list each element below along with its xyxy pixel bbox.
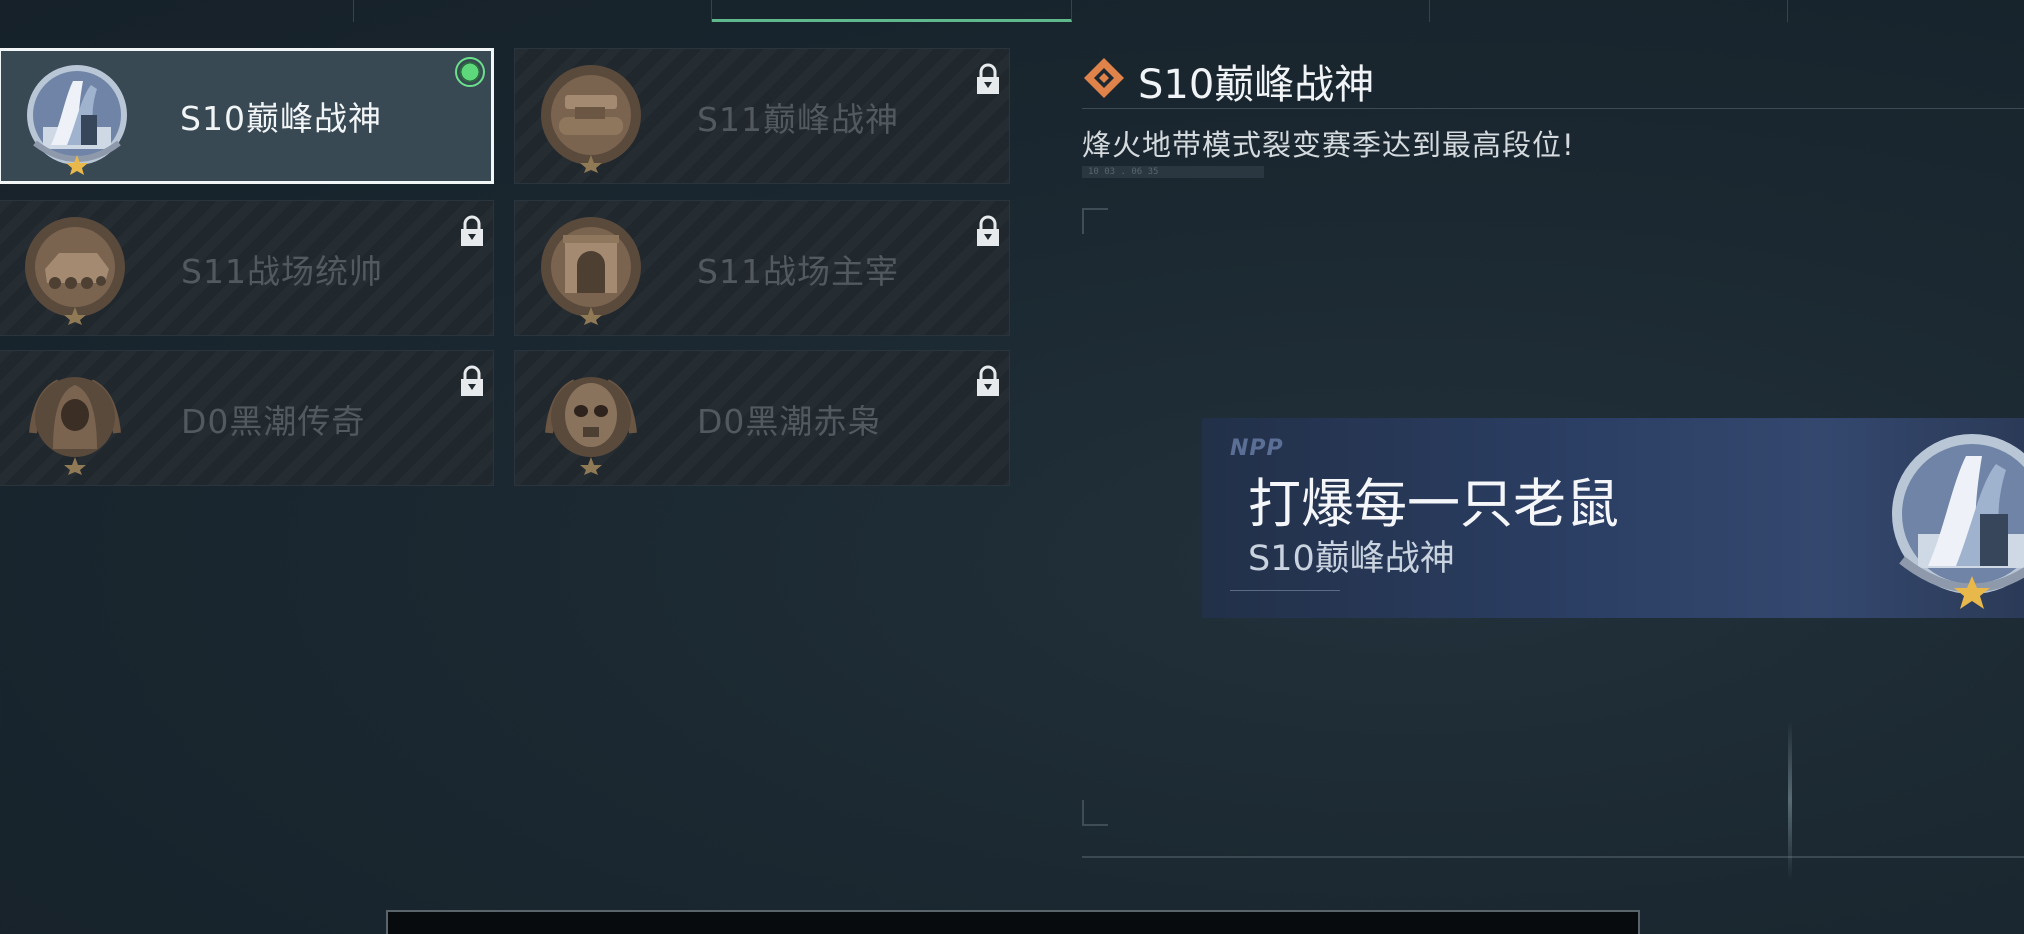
bottom-panel bbox=[386, 910, 1640, 934]
badge-card-s11-dominator[interactable]: S11战场主宰 bbox=[514, 200, 1010, 336]
badge-label: S11战场统帅 bbox=[181, 252, 383, 291]
badge-label: S11巅峰战神 bbox=[697, 100, 899, 139]
arch-medal-icon bbox=[535, 213, 647, 325]
namecard-title: 打爆每一只老鼠 bbox=[1248, 474, 1619, 535]
detail-description: 烽火地带模式裂变赛季达到最高段位! bbox=[1082, 128, 1575, 162]
badge-label: S11战场主宰 bbox=[697, 252, 899, 291]
badge-label: D0黑潮赤枭 bbox=[697, 402, 882, 441]
apc-medal-icon bbox=[19, 213, 131, 325]
tab-5[interactable] bbox=[1430, 0, 1788, 22]
tab-4[interactable] bbox=[1072, 0, 1430, 22]
tank-medal-icon bbox=[535, 61, 647, 173]
divider bbox=[1082, 108, 2024, 109]
badge-card-d0-red-owl[interactable]: D0黑潮赤枭 bbox=[514, 350, 1010, 486]
summit-medal-icon bbox=[21, 63, 133, 175]
divider bbox=[1082, 856, 2024, 858]
badge-label: D0黑潮传奇 bbox=[181, 402, 366, 441]
background-streak bbox=[1788, 720, 1792, 880]
lock-icon bbox=[977, 215, 999, 246]
top-tab-strip bbox=[0, 0, 1790, 24]
tab-2[interactable] bbox=[354, 0, 712, 22]
namecard-subtitle: S10巅峰战神 bbox=[1248, 539, 1455, 579]
namecard-brand: NPP bbox=[1230, 436, 1284, 461]
frame-corner bbox=[1082, 800, 1108, 826]
badge-card-d0-legend[interactable]: D0黑潮传奇 bbox=[0, 350, 494, 486]
namecard-fineprint-line bbox=[1230, 590, 1340, 602]
orange-diamond-icon bbox=[1084, 58, 1124, 98]
lock-icon bbox=[977, 365, 999, 396]
equipped-indicator bbox=[455, 57, 485, 87]
tab-3[interactable] bbox=[712, 0, 1072, 22]
summit-medal-icon bbox=[1882, 426, 2024, 612]
badge-label: S10巅峰战神 bbox=[180, 99, 382, 138]
lock-icon bbox=[977, 63, 999, 94]
detail-meta: 10 03 . 06 35 bbox=[1082, 166, 1264, 178]
lock-icon bbox=[461, 215, 483, 246]
hooded-figure-medal-icon bbox=[19, 363, 131, 475]
badge-card-s11-peak[interactable]: S11巅峰战神 bbox=[514, 48, 1010, 184]
badge-card-s10-peak[interactable]: S10巅峰战神 bbox=[0, 48, 494, 184]
frame-corner bbox=[1082, 208, 1108, 234]
lock-icon bbox=[461, 365, 483, 396]
namecard-banner: NPP 打爆每一只老鼠 S10巅峰战神 bbox=[1202, 418, 2024, 618]
detail-title: S10巅峰战神 bbox=[1138, 62, 1375, 108]
badge-card-s11-commander[interactable]: S11战场统帅 bbox=[0, 200, 494, 336]
tab-1[interactable] bbox=[0, 0, 354, 22]
skull-mask-medal-icon bbox=[535, 363, 647, 475]
